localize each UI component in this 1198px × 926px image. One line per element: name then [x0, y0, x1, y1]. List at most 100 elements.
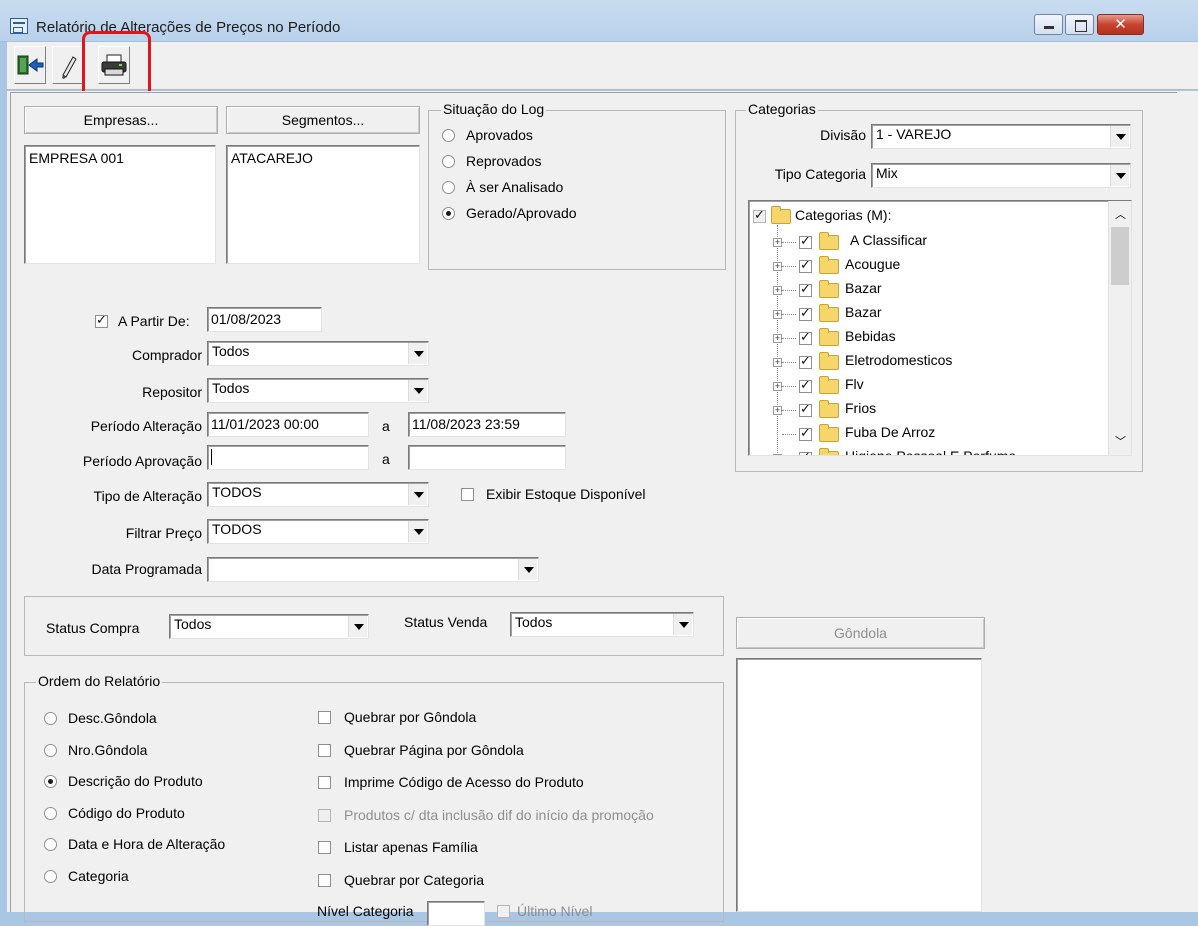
- radio-gerado-aprovado[interactable]: [442, 207, 455, 220]
- report-option-checkbox[interactable]: [318, 776, 331, 790]
- tipo-alteracao-select[interactable]: TODOS: [207, 482, 429, 507]
- minimize-button[interactable]: [1034, 14, 1063, 35]
- expand-icon[interactable]: +: [773, 238, 782, 247]
- list-item[interactable]: ATACAREJO: [231, 150, 415, 166]
- expand-icon[interactable]: +: [773, 286, 782, 295]
- tree-item-label[interactable]: Fuba De Arroz: [845, 424, 935, 448]
- report-option-checkbox[interactable]: [318, 808, 331, 822]
- tree-item-checkbox[interactable]: [799, 401, 812, 417]
- report-option-label: Quebrar por Categoria: [344, 872, 485, 888]
- repositor-select[interactable]: Todos: [207, 378, 429, 403]
- chevron-down-icon[interactable]: [408, 343, 427, 364]
- chevron-down-icon[interactable]: [408, 484, 427, 505]
- ordem-radio-label: Desc.Gôndola: [68, 710, 157, 726]
- radio-aprovados[interactable]: [442, 129, 455, 142]
- tree-item-checkbox[interactable]: [799, 425, 812, 441]
- tree-item-label[interactable]: Acougue: [845, 256, 900, 280]
- a-partir-de-input[interactable]: 01/08/2023: [207, 307, 322, 332]
- empresas-list[interactable]: EMPRESA 001: [24, 145, 216, 264]
- radio-reprovados[interactable]: [442, 155, 455, 168]
- filtrar-preco-select[interactable]: TODOS: [207, 519, 429, 544]
- scroll-down-icon[interactable]: ﹀: [1115, 433, 1126, 449]
- chevron-down-icon[interactable]: [408, 380, 427, 401]
- segmentos-list[interactable]: ATACAREJO: [226, 145, 420, 264]
- nivel-categoria-input[interactable]: [427, 901, 485, 926]
- tree-item-checkbox[interactable]: [799, 305, 812, 321]
- tree-item-label[interactable]: A Classificar: [850, 232, 927, 256]
- chevron-down-icon[interactable]: [1110, 165, 1129, 186]
- tree-item-label[interactable]: Bazar: [845, 280, 882, 304]
- maximize-button[interactable]: [1065, 14, 1094, 35]
- chevron-down-icon[interactable]: [673, 614, 692, 635]
- radio-a-ser-analisado[interactable]: [442, 181, 455, 194]
- expand-icon[interactable]: +: [773, 262, 782, 271]
- exit-button[interactable]: [14, 46, 46, 84]
- expand-icon[interactable]: +: [773, 454, 782, 455]
- folder-icon: [819, 328, 839, 346]
- data-programada-select[interactable]: [207, 557, 539, 582]
- ordem-radio[interactable]: [44, 743, 57, 757]
- chevron-down-icon[interactable]: [348, 616, 367, 637]
- report-option-checkbox[interactable]: [318, 874, 331, 887]
- expand-icon[interactable]: +: [773, 358, 782, 367]
- tree-root-label[interactable]: Categorias (M):: [795, 207, 891, 231]
- report-option-checkbox[interactable]: [318, 841, 331, 855]
- report-option-checkbox[interactable]: [318, 743, 331, 757]
- tree-root-checkbox[interactable]: [753, 207, 766, 223]
- folder-icon: [819, 400, 839, 418]
- categorias-title: Categorias: [746, 101, 818, 117]
- report-option-checkbox[interactable]: [318, 711, 331, 724]
- chevron-down-icon[interactable]: [1110, 126, 1129, 147]
- expand-icon[interactable]: +: [773, 382, 782, 391]
- periodo-alteracao-from-input[interactable]: 11/01/2023 00:00: [207, 412, 369, 437]
- exibir-estoque-checkbox[interactable]: [461, 488, 474, 501]
- periodo-aprovacao-from-input[interactable]: [207, 445, 369, 470]
- tree-item-checkbox[interactable]: [799, 377, 812, 393]
- gondola-list[interactable]: [736, 658, 982, 912]
- tree-item-label[interactable]: Higiene Pessoal E Perfuma: [845, 448, 1016, 455]
- tree-item-label[interactable]: Flv: [845, 376, 864, 400]
- ordem-radio[interactable]: [44, 870, 57, 883]
- empresas-button[interactable]: Empresas...: [24, 106, 218, 134]
- segmentos-button[interactable]: Segmentos...: [226, 106, 420, 134]
- scroll-up-icon[interactable]: ︿: [1115, 206, 1126, 222]
- ordem-radio[interactable]: [44, 806, 57, 820]
- expand-icon[interactable]: +: [773, 334, 782, 343]
- tree-item-checkbox[interactable]: [799, 257, 812, 273]
- comprador-select[interactable]: Todos: [207, 341, 429, 366]
- tree-scrollbar[interactable]: ︿ ﹀: [1108, 201, 1131, 455]
- status-compra-select[interactable]: Todos: [169, 614, 369, 639]
- tree-line: [782, 242, 796, 243]
- chevron-down-icon[interactable]: [408, 521, 427, 542]
- expand-icon[interactable]: +: [773, 310, 782, 319]
- tree-item-label[interactable]: Frios: [845, 400, 876, 424]
- tipo-categoria-select[interactable]: Mix: [871, 163, 1131, 188]
- ordem-radio-label: Descrição do Produto: [68, 773, 203, 790]
- report-option-label: Imprime Código de Acesso do Produto: [344, 774, 584, 791]
- tree-item-label[interactable]: Eletrodomesticos: [845, 352, 952, 376]
- tree-item-label[interactable]: Bazar: [845, 304, 882, 328]
- app-icon: [10, 18, 28, 34]
- periodo-alteracao-to-input[interactable]: 11/08/2023 23:59: [408, 412, 566, 437]
- tree-item-checkbox[interactable]: [799, 449, 812, 455]
- gondola-button[interactable]: Gôndola: [736, 617, 985, 649]
- ordem-radio[interactable]: [44, 712, 57, 725]
- categorias-tree[interactable]: ︿ ﹀ Categorias (M): + A Classificar + Acoug…: [748, 200, 1132, 456]
- chevron-down-icon[interactable]: [518, 559, 537, 580]
- status-venda-select[interactable]: Todos: [510, 612, 694, 637]
- expand-icon[interactable]: +: [773, 406, 782, 415]
- periodo-aprovacao-to-input[interactable]: [408, 445, 566, 470]
- close-button[interactable]: ✕: [1097, 14, 1144, 35]
- tree-item-checkbox[interactable]: [799, 281, 812, 297]
- tree-item-checkbox[interactable]: [799, 329, 812, 345]
- clear-button[interactable]: [52, 46, 84, 84]
- ultimo-nivel-label: Último Nível: [517, 903, 593, 919]
- a-partir-de-checkbox[interactable]: [95, 312, 108, 328]
- tree-item-checkbox[interactable]: [799, 353, 812, 369]
- tree-line: [782, 314, 796, 315]
- tree-item-checkbox[interactable]: [799, 233, 812, 249]
- scroll-thumb[interactable]: [1111, 227, 1129, 285]
- divisao-select[interactable]: 1 - VAREJO: [871, 124, 1131, 149]
- list-item[interactable]: EMPRESA 001: [29, 150, 211, 166]
- tree-item-label[interactable]: Bebidas: [845, 328, 896, 352]
